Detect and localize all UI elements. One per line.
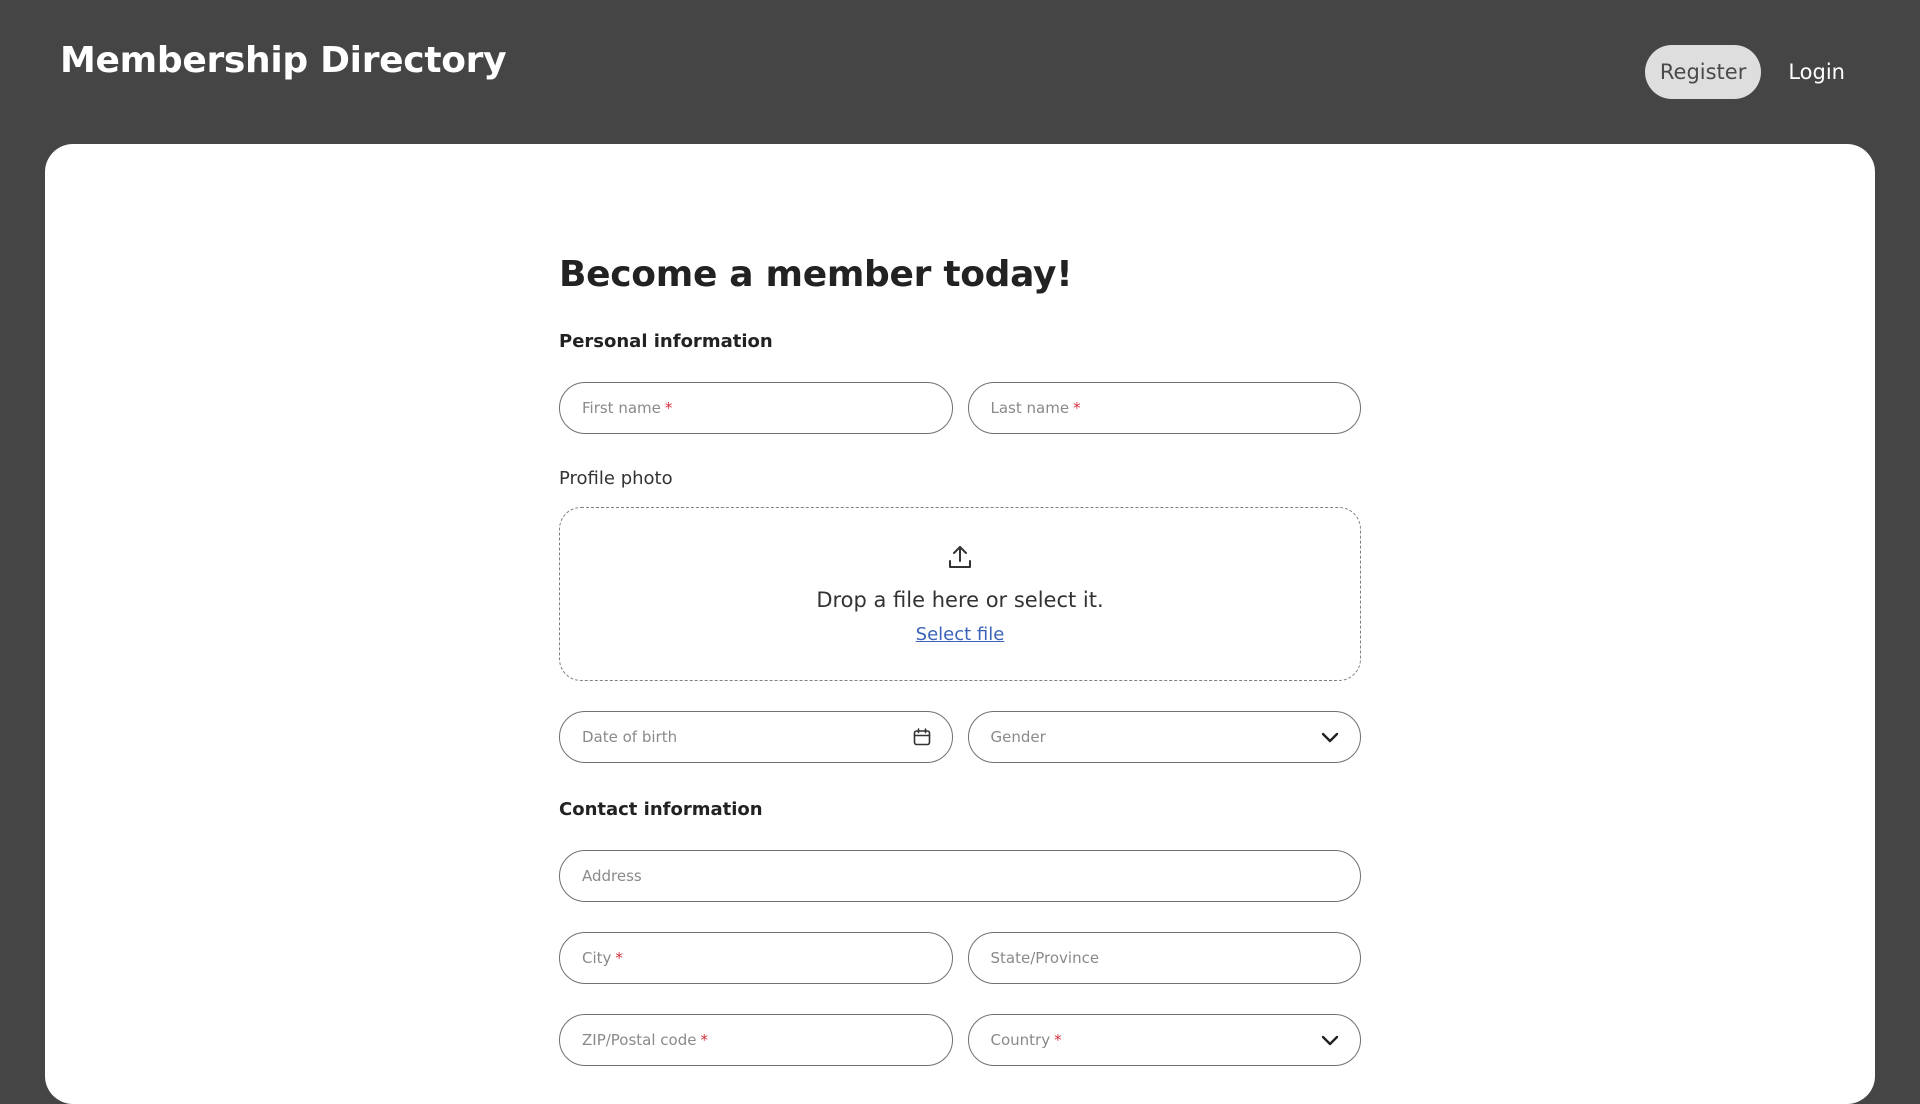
address-placeholder: Address (582, 867, 642, 885)
gender-select[interactable]: Gender (967, 711, 1361, 763)
dob-placeholder: Date of birth (582, 728, 678, 746)
last-name-placeholder: Last name (990, 399, 1070, 417)
chevron-down-icon (1320, 730, 1340, 744)
gender-placeholder: Gender (990, 728, 1046, 746)
first-name-field[interactable]: First name * (559, 382, 953, 434)
required-mark: * (700, 1031, 709, 1049)
last-name-field[interactable]: Last name * (967, 382, 1361, 434)
required-mark: * (615, 949, 623, 967)
address-field[interactable]: Address (559, 850, 1361, 902)
first-name-placeholder: First name (582, 399, 661, 417)
dropzone-text: Drop a file here or select it. (816, 587, 1104, 612)
contact-section-heading: Contact information (559, 799, 763, 820)
top-header: Membership Directory Register Login (0, 0, 1920, 144)
zip-placeholder: ZIP/Postal code (582, 1031, 697, 1049)
country-select[interactable]: Country * (967, 1014, 1361, 1066)
required-mark: * (1054, 1031, 1062, 1049)
page-title: Become a member today! (559, 254, 1073, 295)
calendar-icon[interactable] (912, 727, 932, 747)
site-title: Membership Directory (60, 40, 507, 81)
date-of-birth-field[interactable]: Date of birth (559, 711, 953, 763)
profile-photo-dropzone[interactable]: Drop a file here or select it. Select fi… (559, 507, 1361, 681)
state-field[interactable]: State/Province (967, 932, 1361, 984)
select-file-link[interactable]: Select file (916, 624, 1005, 645)
profile-photo-label: Profile photo (559, 468, 673, 489)
register-button[interactable]: Register (1644, 45, 1762, 99)
country-placeholder: Country (990, 1031, 1051, 1049)
form-card: Become a member today! Personal informat… (45, 144, 1875, 1104)
chevron-down-icon (1320, 1033, 1340, 1047)
registration-form: Become a member today! Personal informat… (559, 254, 1361, 1066)
personal-section-heading: Personal information (559, 331, 773, 352)
zip-field[interactable]: ZIP/Postal code * (559, 1014, 953, 1066)
login-button[interactable]: Login (1773, 45, 1860, 99)
required-mark: * (664, 399, 673, 417)
top-nav: Register Login (1644, 45, 1860, 99)
city-placeholder: City (582, 949, 612, 967)
state-placeholder: State/Province (990, 949, 1100, 967)
upload-icon (947, 544, 973, 574)
required-mark: * (1073, 399, 1081, 417)
city-field[interactable]: City * (559, 932, 953, 984)
